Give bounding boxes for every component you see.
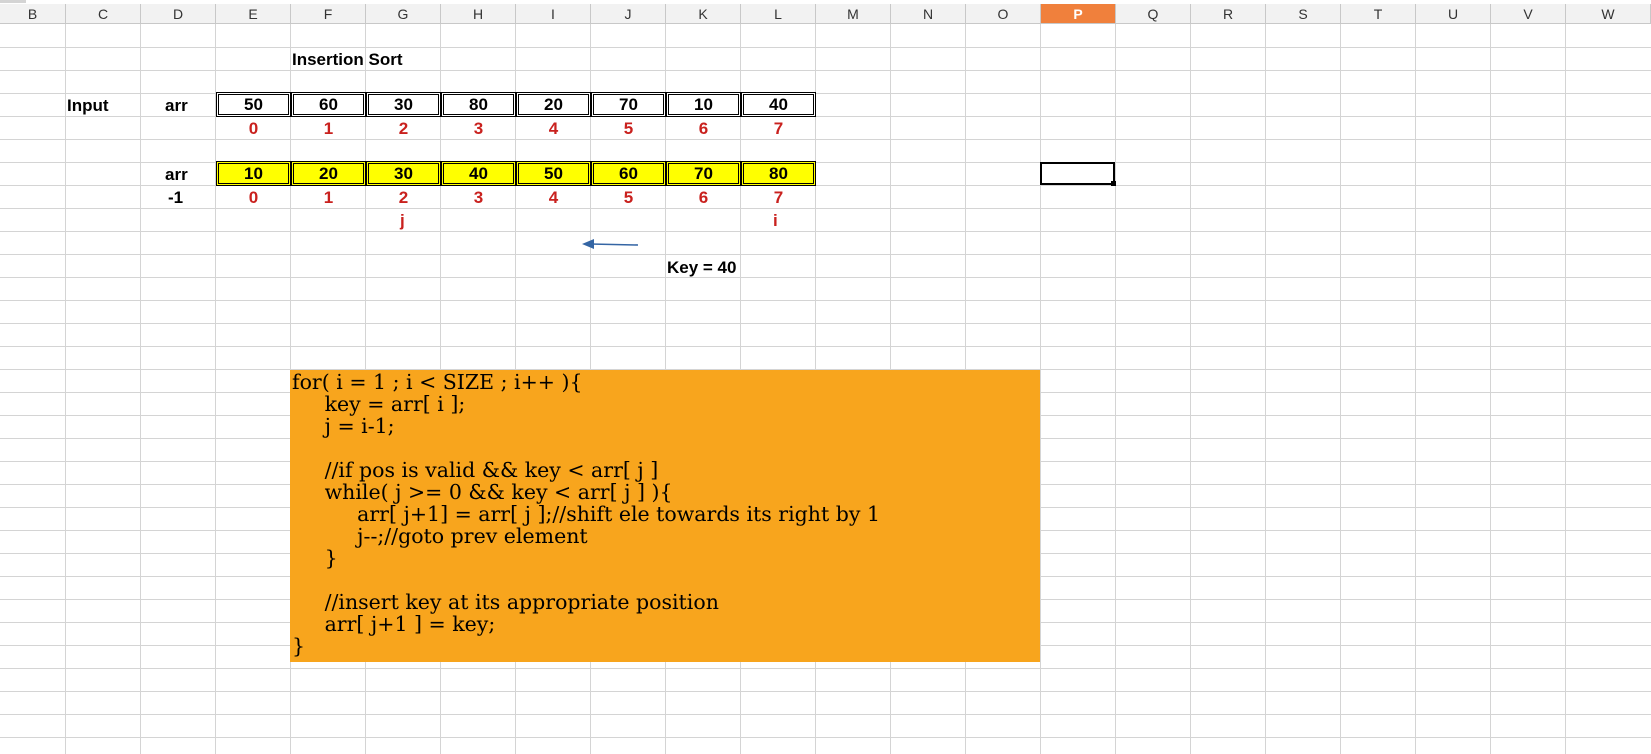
column-header-O[interactable]: O (966, 4, 1041, 24)
column-header-M[interactable]: M (816, 4, 891, 24)
sorted-array-cell: 10 (216, 161, 291, 186)
input-array-cell: 50 (216, 92, 291, 117)
column-header-D[interactable]: D (141, 4, 216, 24)
sheet-title: Insertion Sort (292, 50, 403, 69)
column-header-K[interactable]: K (666, 4, 741, 24)
index-label: 5 (623, 118, 634, 138)
column-header-W[interactable]: W (1566, 4, 1651, 24)
index-label: 6 (698, 187, 709, 207)
column-header-G[interactable]: G (366, 4, 441, 24)
index-label: 4 (548, 187, 559, 207)
select-all-corner[interactable] (0, 0, 26, 3)
index-label: 1 (323, 118, 334, 138)
gridline-horizontal (0, 323, 1651, 324)
sorted-array-cell: 60 (591, 161, 666, 186)
code-textbox[interactable]: for( i = 1 ; i < SIZE ; i++ ){ key = arr… (290, 370, 1040, 662)
input-array-cell: 10 (666, 92, 741, 117)
gridline-horizontal (0, 277, 1651, 278)
input-array-cell: 30 (366, 92, 441, 117)
index-label: 2 (398, 187, 409, 207)
index-label: 5 (623, 187, 634, 207)
fill-handle[interactable] (1111, 181, 1116, 186)
index-label: 3 (473, 187, 484, 207)
i-pointer-label: i (773, 211, 778, 230)
arr-label-sorted: arr (165, 165, 188, 184)
arr-label-input: arr (165, 96, 188, 115)
gridline-horizontal (0, 668, 1651, 669)
code-text: for( i = 1 ; i < SIZE ; i++ ){ key = arr… (292, 370, 881, 658)
column-header-Q[interactable]: Q (1116, 4, 1191, 24)
input-label: Input (67, 96, 109, 115)
sorted-array-cell: 20 (291, 161, 366, 186)
column-header-F[interactable]: F (291, 4, 366, 24)
index-label: 0 (248, 187, 259, 207)
column-header-V[interactable]: V (1491, 4, 1566, 24)
left-arrow-icon[interactable] (580, 238, 640, 252)
j-pointer-label: j (400, 211, 405, 230)
column-header-C[interactable]: C (66, 4, 141, 24)
column-header-L[interactable]: L (741, 4, 816, 24)
column-header-N[interactable]: N (891, 4, 966, 24)
column-header-J[interactable]: J (591, 4, 666, 24)
column-header-I[interactable]: I (516, 4, 591, 24)
index-label: 7 (773, 118, 784, 138)
column-header-P[interactable]: P (1041, 4, 1116, 24)
column-header-S[interactable]: S (1266, 4, 1341, 24)
sorted-array-cell: 70 (666, 161, 741, 186)
gridline-horizontal (0, 254, 1651, 255)
column-header-H[interactable]: H (441, 4, 516, 24)
gridline-horizontal (0, 737, 1651, 738)
index-label: 0 (248, 118, 259, 138)
gridline-horizontal (0, 691, 1651, 692)
gridline-horizontal (0, 300, 1651, 301)
index-label: 3 (473, 118, 484, 138)
input-array-cell: 60 (291, 92, 366, 117)
index-label: 4 (548, 118, 559, 138)
column-header-T[interactable]: T (1341, 4, 1416, 24)
minus-one-label: -1 (168, 188, 184, 207)
input-array-cell: 80 (441, 92, 516, 117)
column-header-B[interactable]: B (0, 4, 66, 24)
gridline-horizontal (0, 714, 1651, 715)
index-label: 6 (698, 118, 709, 138)
selected-cell[interactable] (1040, 162, 1115, 185)
index-label: 7 (773, 187, 784, 207)
column-header-U[interactable]: U (1416, 4, 1491, 24)
index-label: 1 (323, 187, 334, 207)
input-array-cell: 70 (591, 92, 666, 117)
column-header-E[interactable]: E (216, 4, 291, 24)
sorted-array-cell: 40 (441, 161, 516, 186)
input-array-cell: 20 (516, 92, 591, 117)
gridline-horizontal (0, 47, 1651, 48)
gridline-horizontal (0, 70, 1651, 71)
sorted-array-cell: 30 (366, 161, 441, 186)
gridline-horizontal (0, 346, 1651, 347)
key-value-label: Key = 40 (667, 258, 737, 277)
gridline-horizontal (0, 231, 1651, 232)
sorted-array-cell: 50 (516, 161, 591, 186)
sorted-array-cell: 80 (741, 161, 816, 186)
input-array-cell: 40 (741, 92, 816, 117)
column-header-R[interactable]: R (1191, 4, 1266, 24)
index-label: 2 (398, 118, 409, 138)
